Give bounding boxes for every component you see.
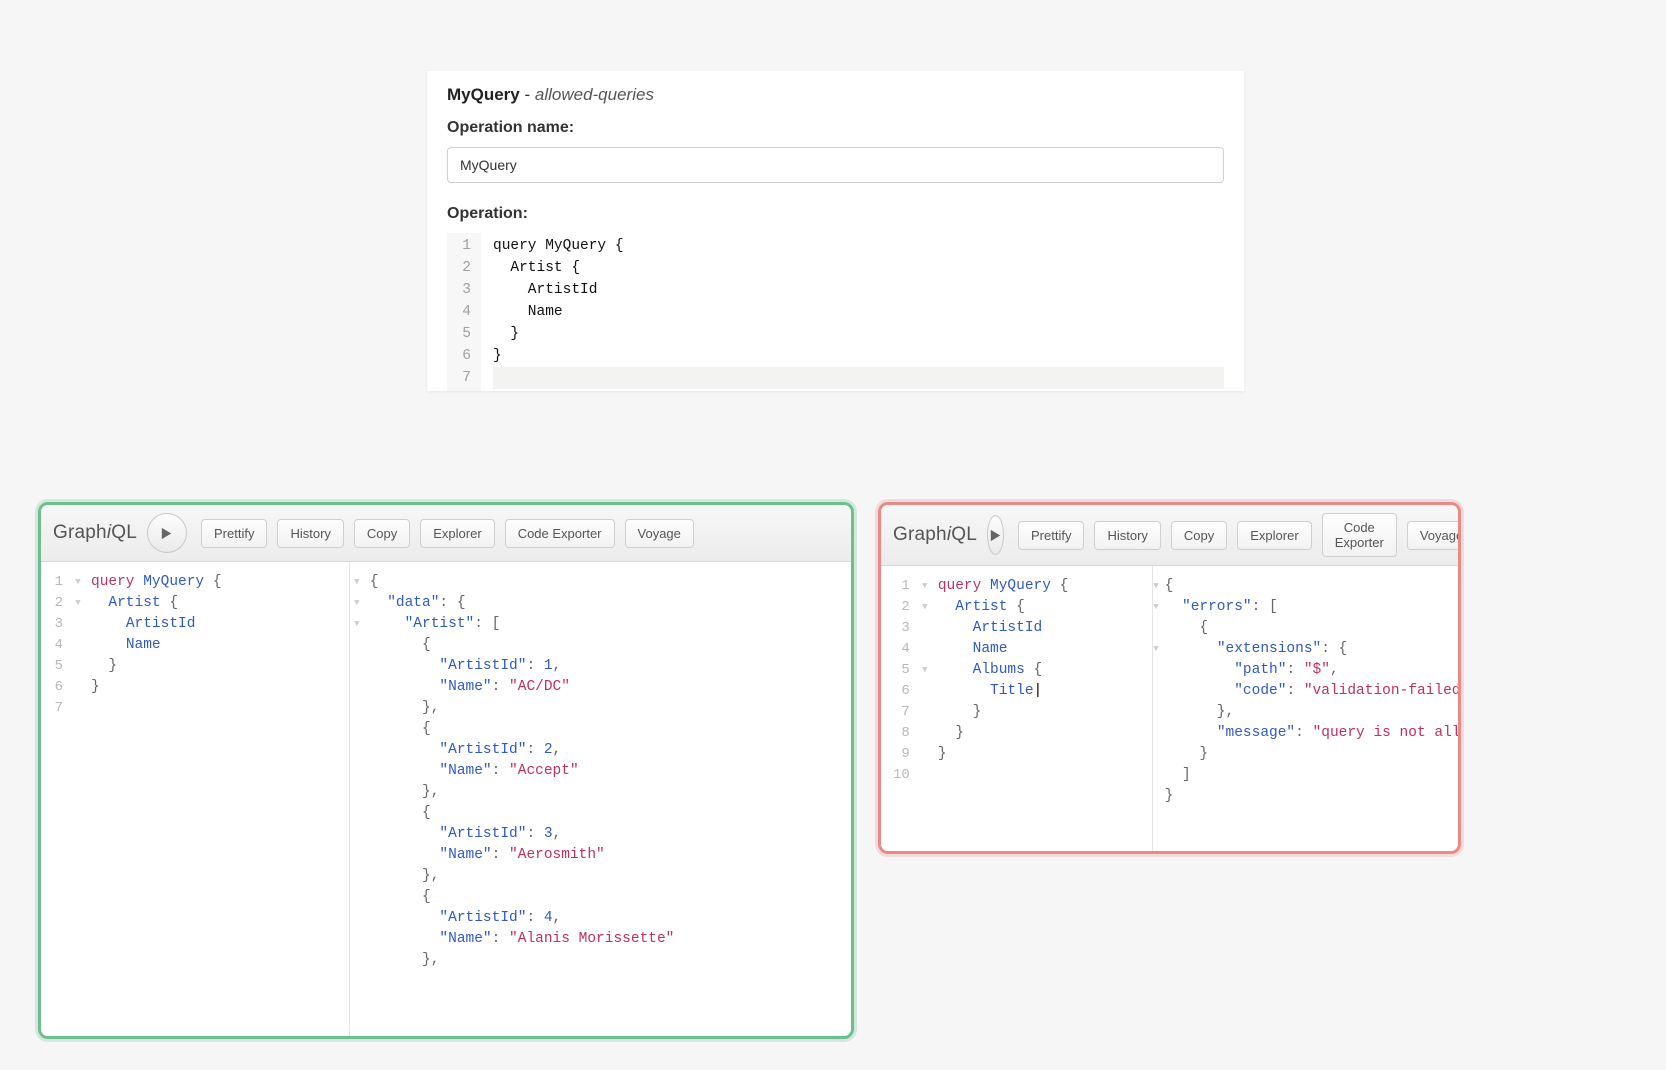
graphiql-toolbar: GraphiQL Prettify History Copy Explorer … [41, 505, 851, 562]
explorer-button[interactable]: Explorer [1237, 521, 1311, 550]
voyager-button[interactable]: Voyage [625, 519, 694, 548]
history-button[interactable]: History [1094, 521, 1160, 550]
code-exporter-button[interactable]: Code Exporter [1322, 513, 1397, 557]
graphiql-panel-success: GraphiQL Prettify History Copy Explorer … [38, 502, 854, 1039]
graphiql-toolbar: GraphiQL Prettify History Copy Explorer … [881, 505, 1458, 566]
result-viewer: ▼▼▼{ "errors": [ { "extensions": { "path… [1153, 566, 1458, 851]
operation-code-editor[interactable]: 1234567query MyQuery { Artist { ArtistId… [447, 233, 1224, 391]
voyager-button[interactable]: Voyage [1407, 521, 1461, 550]
allowed-query-panel: MyQuery - allowed-queries Operation name… [427, 71, 1244, 391]
allowed-query-title: MyQuery - allowed-queries [447, 85, 1224, 105]
explorer-button[interactable]: Explorer [420, 519, 494, 548]
query-name: MyQuery [447, 85, 520, 104]
history-button[interactable]: History [277, 519, 343, 548]
code-exporter-button[interactable]: Code Exporter [505, 519, 615, 548]
query-editor[interactable]: 12345678910▼▼▼query MyQuery { Artist { A… [881, 566, 1152, 851]
play-icon [159, 526, 174, 541]
collection-name: allowed-queries [535, 85, 654, 104]
prettify-button[interactable]: Prettify [1018, 521, 1084, 550]
copy-button[interactable]: Copy [354, 519, 410, 548]
copy-button[interactable]: Copy [1171, 521, 1227, 550]
play-icon [988, 528, 1003, 543]
query-editor[interactable]: 1234567▼▼query MyQuery { Artist { Artist… [41, 562, 349, 1036]
graphiql-logo: GraphiQL [893, 524, 977, 546]
result-viewer: ▼▼▼{ "data": { "Artist": [ { "ArtistId":… [350, 562, 851, 1036]
operation-name-label: Operation name: [447, 119, 1224, 137]
execute-button[interactable] [987, 515, 1004, 555]
graphiql-panel-error: GraphiQL Prettify History Copy Explorer … [878, 502, 1461, 854]
prettify-button[interactable]: Prettify [201, 519, 267, 548]
operation-name-input[interactable] [447, 147, 1224, 183]
execute-button[interactable] [147, 513, 187, 553]
graphiql-logo: GraphiQL [53, 522, 137, 544]
operation-label: Operation: [447, 205, 1224, 223]
